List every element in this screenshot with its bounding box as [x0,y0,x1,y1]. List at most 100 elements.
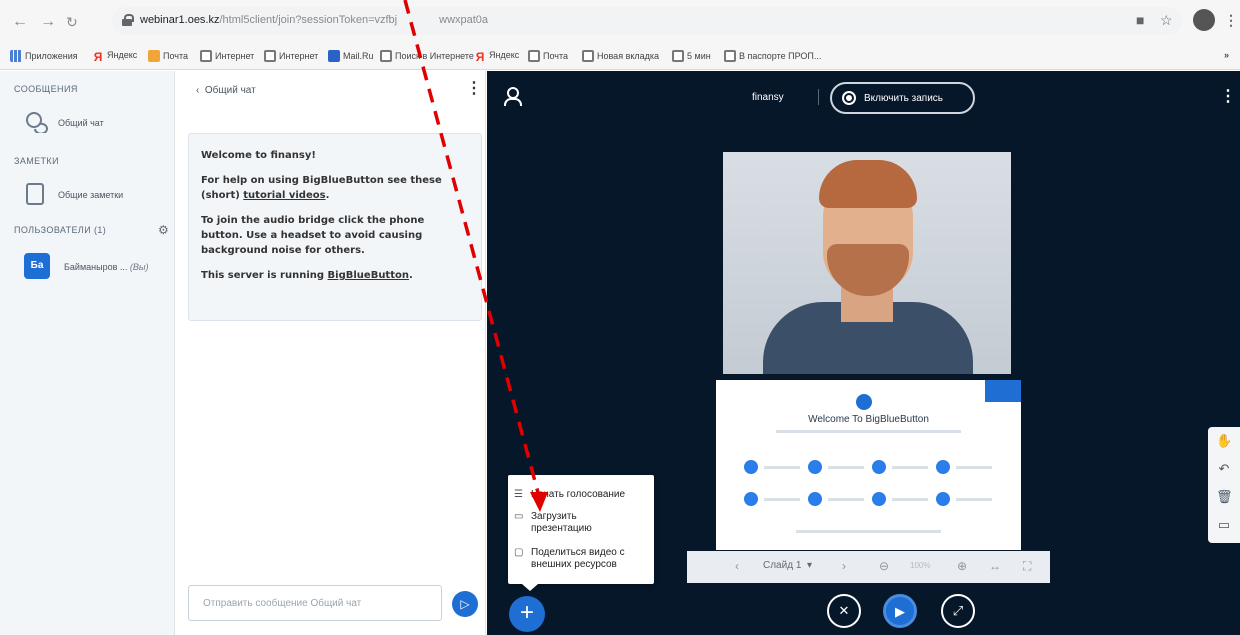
bookmarks-bar: Приложения Я Яндекс Почта Интернет Интерн… [0,44,1240,70]
audio-text: To join the audio bridge click the phone… [201,215,425,256]
welcome-message: Welcome to finansy! For help on using Bi… [188,133,482,321]
bookmark-mailru[interactable]: Mail.Ru [328,50,374,62]
sidebar-item-shared-notes[interactable]: Общие заметки [14,181,164,209]
poll-icon: ☰ [514,489,523,500]
back-icon[interactable]: ← [12,14,28,30]
record-button[interactable]: Включить запись [830,82,975,114]
camera-button[interactable]: ▶ [883,594,917,628]
address-bar[interactable]: webinar1.oes.kz/html5client/join?session… [112,7,1182,35]
next-slide-icon[interactable]: › [842,559,846,573]
slide-footer-line [796,530,941,533]
prev-slide-icon[interactable]: ‹ [735,559,739,573]
presentation-slide: Welcome To BigBlueButton [716,380,1021,550]
zoom-out-icon[interactable]: ⊖ [879,559,889,573]
server-text: This server is running BigBlueButton. [201,270,413,281]
fullscreen-icon[interactable]: ⛶ [1023,559,1031,573]
lock-icon [122,14,134,26]
sidebar-item-public-chat[interactable]: Общий чат [14,109,164,137]
bbb-link[interactable]: BigBlueButton [328,270,409,281]
bookmark-mail-2[interactable]: Почта [528,50,568,62]
user-list-sidebar: СООБЩЕНИЯ Общий чат ЗАМЕТКИ Общие заметк… [0,71,175,635]
send-button[interactable]: ▷ [452,591,478,617]
sidebar-item-label: Общий чат [58,118,104,128]
yandex-icon: Я [475,50,485,64]
globe-icon [582,50,594,62]
bbb-logo [856,394,872,410]
globe-icon [724,50,736,62]
delete-icon[interactable]: 🗑 [1216,489,1233,505]
messages-section-title: СООБЩЕНИЯ [14,84,78,94]
star-icon[interactable]: ☆ [1160,12,1173,29]
zoom-in-icon[interactable]: ⊕ [957,559,967,573]
chat-back-button[interactable]: ‹ Общий чат [196,85,256,96]
avatar: Ба [24,253,50,279]
menu-item-label: Загрузить презентацию [531,511,592,534]
bookmark-apps[interactable]: Приложения [10,50,78,62]
record-icon [842,91,856,105]
chat-header: ‹ Общий чат ⋮ [176,71,486,113]
url-text[interactable]: webinar1.oes.kz/html5client/join?session… [140,14,488,26]
help-text: For help on using BigBlueButton see thes… [201,175,442,201]
actions-plus-button[interactable]: + [509,596,545,632]
slide-subtitle-line [776,430,961,433]
options-icon[interactable]: ⋮ [1220,89,1236,105]
fit-width-icon[interactable]: ↔ [989,559,1001,573]
presentation-icon: ▭ [514,511,524,522]
globe-icon [672,50,684,62]
zoom-value: 100% [910,561,931,570]
meeting-name: finansy [752,92,784,103]
screen-share-button[interactable]: ⤢ [941,594,975,628]
actions-menu: ☰ Начать голосование ▭ Загрузить презент… [508,475,654,591]
bookmark-internet-2[interactable]: Интернет [264,50,318,62]
mute-audio-button[interactable]: ✕ [827,594,861,628]
globe-icon [200,50,212,62]
record-label: Включить запись [864,93,943,104]
bookmark-mail[interactable]: Почта [148,50,188,62]
whiteboard-toolbar: ✋ ↶ 🗑 ▭ [1208,427,1240,543]
gear-icon[interactable]: ⚙ [158,223,169,237]
multi-user-icon[interactable]: ▭ [1216,517,1232,533]
notes-icon [26,183,44,205]
menu-item-label: Начать голосование [531,489,626,500]
bookmark-internet-1[interactable]: Интернет [200,50,254,62]
bookmarks-overflow-icon[interactable]: » [1224,50,1229,60]
chat-panel: ‹ Общий чат ⋮ Welcome to finansy! For he… [176,71,486,635]
forward-icon[interactable]: → [40,14,56,30]
chat-options-icon[interactable]: ⋮ [466,81,482,97]
menu-icon[interactable]: ⋮ [1224,12,1238,29]
bookmark-yandex-2[interactable]: Я Яндекс [474,50,520,64]
hand-tool-icon[interactable]: ✋ [1216,433,1232,449]
mail-icon [148,50,160,62]
yandex-icon: Я [93,50,103,64]
slide-title: Welcome To BigBlueButton [808,414,929,425]
bookmark-new-tab[interactable]: Новая вкладка [582,50,659,62]
menu-item-label: Поделиться видео с внешних ресурсов [531,547,625,570]
user-icon[interactable] [503,87,522,106]
presentation-toolbar: ‹ Слайд 1 ▾ › ⊖ 100% ⊕ ↔ ⛶ [687,551,1050,583]
profile-avatar[interactable] [1193,9,1215,31]
camera-icon[interactable]: ■ [1136,12,1144,28]
welcome-title: Welcome to finansy! [201,150,316,161]
chat-message-input[interactable]: Отправить сообщение Общий чат [188,585,442,621]
undo-icon[interactable]: ↶ [1216,461,1232,477]
globe-icon [528,50,540,62]
slide-minimize-button[interactable] [985,380,1021,402]
mailru-icon [328,50,340,62]
webcam-video[interactable] [723,152,1011,374]
sidebar-item-label: Общие заметки [58,190,124,200]
browser-toolbar: ← → ↻ webinar1.oes.kz/html5client/join?s… [0,0,1240,44]
chat-icon [26,112,48,133]
reload-icon[interactable]: ↻ [66,14,78,30]
bookmark-yandex[interactable]: Я Яндекс [92,50,138,64]
globe-icon [380,50,392,62]
user-list-item[interactable]: Ба Байманыров ... (Вы) [14,253,164,281]
bookmark-search[interactable]: Поиск в Интернете [380,50,474,62]
users-section-title: ПОЛЬЗОВАТЕЛИ (1) [14,225,107,235]
user-name: Байманыров ... (Вы) [64,262,149,272]
tutorial-link[interactable]: tutorial videos [243,190,325,201]
bookmark-5min[interactable]: 5 мин [672,50,711,62]
external-video-icon: ▢ [514,547,524,558]
slide-select[interactable]: Слайд 1 ▾ [763,560,812,571]
notes-section-title: ЗАМЕТКИ [14,156,59,166]
bookmark-passport[interactable]: В паспорте ПРОП... [724,50,821,62]
